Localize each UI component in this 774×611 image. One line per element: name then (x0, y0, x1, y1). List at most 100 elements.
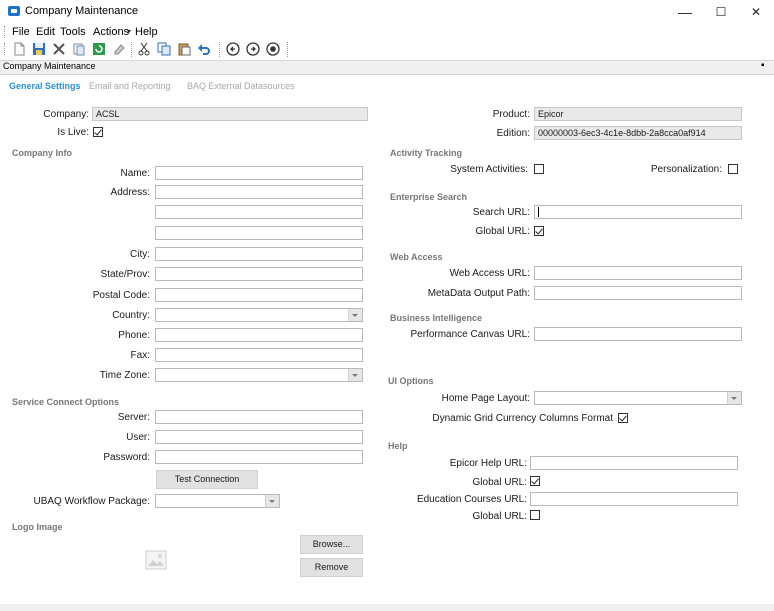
app-icon (8, 6, 20, 16)
clear-icon[interactable] (112, 42, 126, 56)
global-url-checkbox[interactable] (534, 226, 544, 236)
previous-icon[interactable] (226, 42, 240, 56)
education-courses-url-field[interactable] (530, 492, 738, 506)
business-intelligence-header: Business Intelligence (390, 313, 483, 323)
dynamic-grid-currency-label: Dynamic Grid Currency Columns Format (432, 413, 613, 424)
company-label: Company: (43, 109, 89, 120)
logo-image-header: Logo Image (12, 522, 63, 532)
chevron-down-icon[interactable] (348, 369, 362, 381)
test-connection-button[interactable]: Test Connection (156, 470, 258, 489)
password-label: Password: (103, 452, 150, 463)
company-field[interactable]: ACSL (92, 107, 368, 121)
edition-label: Edition: (496, 128, 530, 139)
timezone-label: Time Zone: (99, 370, 150, 381)
address-line1-field[interactable] (155, 185, 363, 199)
panel-header (0, 60, 774, 75)
status-bar (0, 604, 774, 611)
password-field[interactable] (155, 450, 363, 464)
home-page-layout-label: Home Page Layout: (441, 393, 530, 404)
help-global-url-label: Global URL: (472, 477, 527, 488)
copy-icon[interactable] (157, 42, 171, 56)
tab-baq-external-datasources[interactable]: BAQ External Datasources (187, 81, 295, 91)
web-access-header: Web Access (390, 252, 443, 262)
chevron-down-icon[interactable] (348, 309, 362, 321)
browse-button[interactable]: Browse... (300, 535, 363, 554)
server-field[interactable] (155, 410, 363, 424)
phone-label: Phone: (118, 330, 150, 341)
remove-button[interactable]: Remove (300, 558, 363, 577)
service-connect-header: Service Connect Options (12, 397, 120, 407)
chevron-down-icon[interactable] (727, 392, 741, 404)
chevron-down-icon[interactable] (265, 495, 279, 507)
timezone-combo[interactable] (155, 368, 363, 382)
new-icon[interactable] (12, 42, 26, 56)
product-field[interactable]: Epicor (534, 107, 742, 121)
menu-file[interactable]: File (12, 26, 30, 38)
performance-canvas-url-label: Performance Canvas URL: (410, 329, 531, 340)
toolbar-separator (287, 42, 289, 57)
education-courses-url-label: Education Courses URL: (416, 494, 527, 505)
metadata-output-path-label: MetaData Output Path: (427, 288, 530, 299)
name-field[interactable] (155, 166, 363, 180)
fax-field[interactable] (155, 348, 363, 362)
help-global-url-checkbox[interactable] (530, 476, 540, 486)
undo-icon[interactable] (197, 42, 211, 56)
menu-actions[interactable]: Actions (93, 26, 129, 38)
address-label: Address: (110, 187, 150, 198)
state-field[interactable] (155, 267, 363, 281)
city-label: City: (130, 249, 150, 260)
next-icon[interactable] (246, 42, 260, 56)
menubar-grip[interactable] (4, 26, 7, 38)
tab-general-settings[interactable]: General Settings (9, 81, 81, 91)
epicor-help-url-label: Epicor Help URL: (449, 458, 527, 469)
home-page-layout-combo[interactable] (534, 391, 742, 405)
save-icon[interactable] (32, 42, 46, 56)
epicor-help-url-field[interactable] (530, 456, 738, 470)
attachment-icon[interactable] (72, 42, 86, 56)
minimize-button[interactable]: — (667, 2, 703, 22)
address-line3-field[interactable] (155, 226, 363, 240)
education-global-url-label: Global URL: (472, 511, 527, 522)
edition-field[interactable]: 00000003-6ec3-4c1e-8dbb-2a8cca0af914 (534, 126, 742, 140)
fax-label: Fax: (130, 350, 150, 361)
pin-icon[interactable]: ▪ (761, 60, 765, 71)
address-line2-field[interactable] (155, 205, 363, 219)
delete-icon[interactable] (52, 42, 66, 56)
text-caret (538, 207, 539, 217)
country-label: Country: (112, 310, 150, 321)
personalization-label: Personalization: (650, 164, 722, 175)
menu-help[interactable]: Help (135, 26, 158, 38)
menu-edit[interactable]: Edit (36, 26, 55, 38)
web-access-url-field[interactable] (534, 266, 742, 280)
user-field[interactable] (155, 430, 363, 444)
dynamic-grid-currency-checkbox[interactable] (618, 413, 628, 423)
city-field[interactable] (155, 247, 363, 261)
ubaq-workflow-combo[interactable] (155, 494, 280, 508)
system-activities-checkbox[interactable] (534, 164, 544, 174)
panel-title: Company Maintenance (3, 61, 96, 71)
search-url-field[interactable] (534, 205, 742, 219)
menu-tools[interactable]: Tools (60, 26, 86, 38)
phone-field[interactable] (155, 328, 363, 342)
cut-icon[interactable] (137, 42, 151, 56)
postal-code-field[interactable] (155, 288, 363, 302)
toolbar-grip[interactable] (4, 43, 7, 55)
help-header: Help (388, 441, 408, 451)
state-label: State/Prov: (100, 269, 150, 280)
refresh-icon[interactable] (92, 42, 106, 56)
islive-checkbox[interactable] (93, 127, 103, 137)
last-icon[interactable] (266, 42, 280, 56)
tab-email-and-reporting[interactable]: Email and Reporting (89, 81, 171, 91)
toolbar-separator (131, 42, 133, 57)
maximize-button[interactable]: ☐ (703, 2, 739, 22)
islive-label: Is Live: (57, 127, 89, 138)
country-combo[interactable] (155, 308, 363, 322)
paste-icon[interactable] (177, 42, 191, 56)
product-label: Product: (492, 109, 530, 120)
performance-canvas-url-field[interactable] (534, 327, 742, 341)
close-button[interactable]: ✕ (738, 2, 774, 22)
education-global-url-checkbox[interactable] (530, 510, 540, 520)
metadata-output-path-field[interactable] (534, 286, 742, 300)
server-label: Server: (117, 412, 150, 423)
personalization-checkbox[interactable] (728, 164, 738, 174)
